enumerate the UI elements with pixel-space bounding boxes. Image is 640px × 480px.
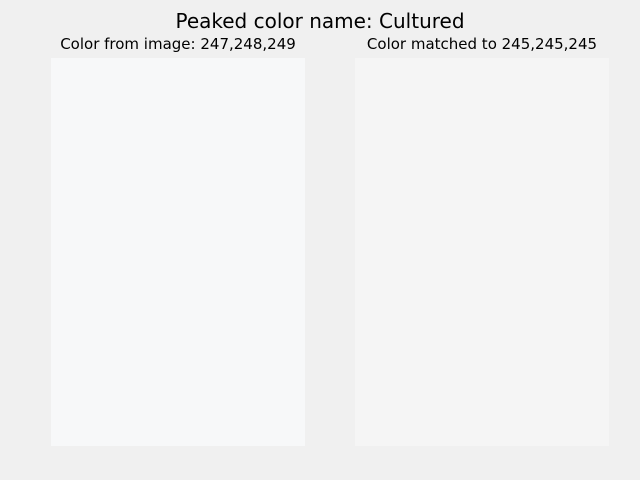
matched-color-title: Color matched to 245,245,245 [366, 35, 598, 53]
image-color-title: Color from image: 247,248,249 [60, 35, 296, 53]
matched-color-swatch [355, 58, 609, 446]
figure: Peaked color name: Cultured Color from i… [0, 0, 640, 480]
figure-title: Peaked color name: Cultured [175, 9, 465, 33]
image-color-swatch [51, 58, 305, 446]
